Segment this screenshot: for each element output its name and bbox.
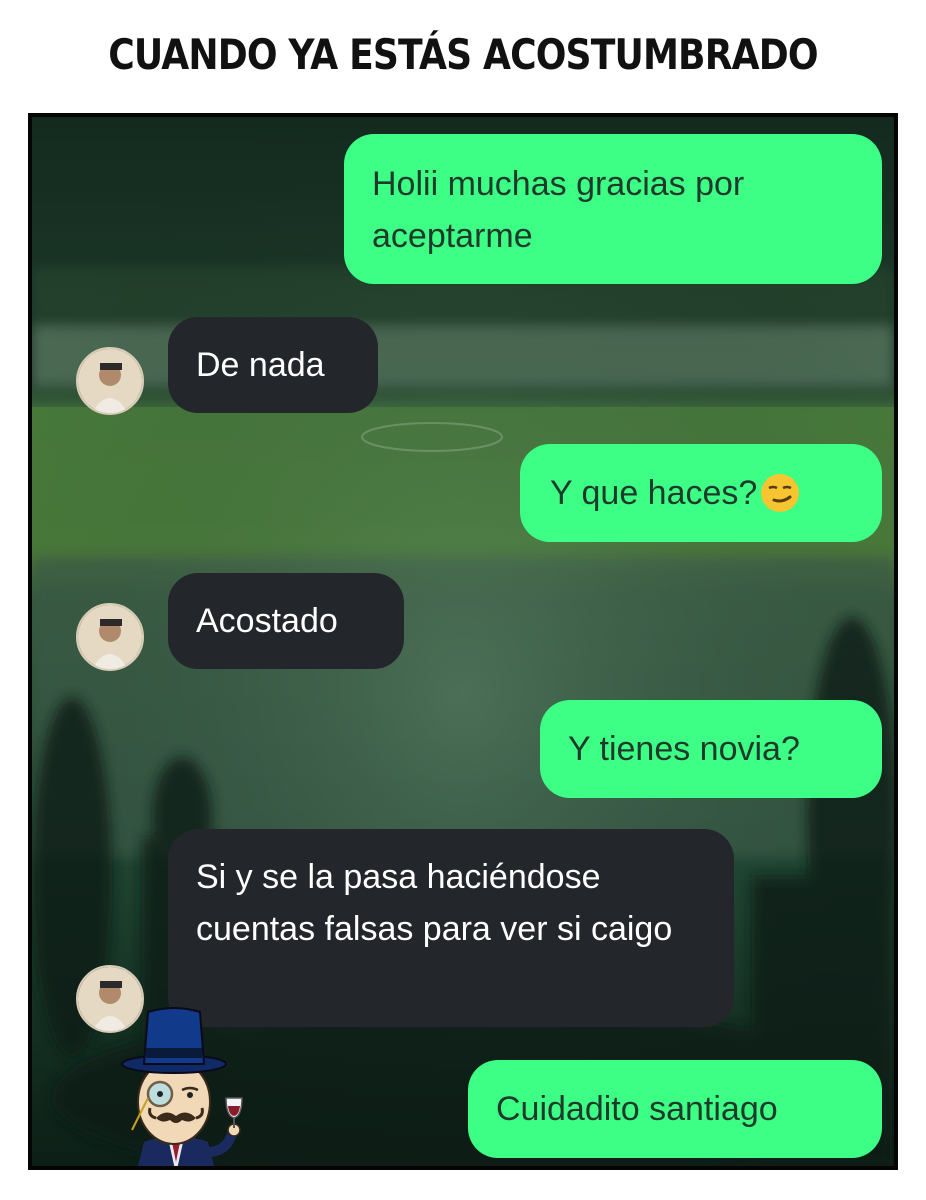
message-text: Si y se la pasa haciéndose cuentas falsa… xyxy=(196,858,673,948)
sent-message: Holii muchas gracias por aceptarme xyxy=(344,134,882,284)
sent-message: Y que haces? xyxy=(520,444,882,542)
sent-message: Cuidadito santiago xyxy=(468,1060,882,1158)
message-text: Cuidadito santiago xyxy=(496,1090,778,1128)
received-message: De nada xyxy=(168,317,378,413)
received-message: Si y se la pasa haciéndose cuentas falsa… xyxy=(168,829,734,1027)
message-text: Y tienes novia? xyxy=(568,730,800,768)
chat-screenshot: Holii muchas gracias por aceptarme De na… xyxy=(28,113,898,1170)
received-message: Acostado xyxy=(168,573,404,669)
gentleman-rage-face-sticker xyxy=(121,1007,243,1166)
smirking-face-icon xyxy=(761,474,800,512)
message-text: Acostado xyxy=(196,602,338,640)
sent-message: Y tienes novia? xyxy=(540,700,882,798)
message-text: Holii muchas gracias por aceptarme xyxy=(372,165,745,255)
message-text: De nada xyxy=(196,346,325,384)
meme-title: CUANDO YA ESTÁS ACOSTUMBRADO xyxy=(108,30,818,79)
contact-avatar-icon[interactable] xyxy=(76,603,144,671)
contact-avatar-icon[interactable] xyxy=(76,347,144,415)
message-text: Y que haces? xyxy=(550,474,758,512)
